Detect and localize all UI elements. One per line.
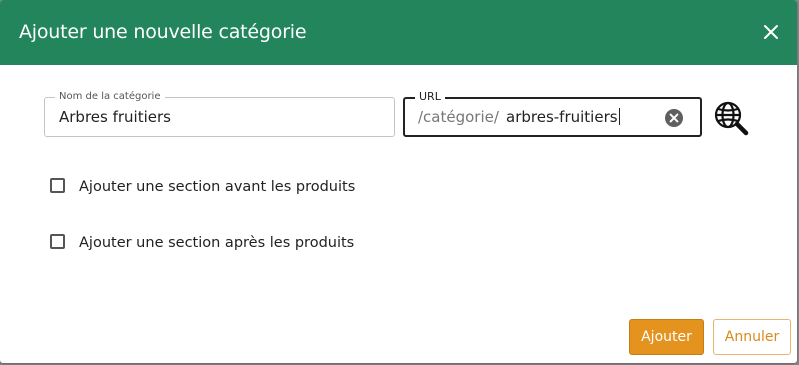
checkbox[interactable] <box>50 178 65 193</box>
checkbox[interactable] <box>50 234 65 249</box>
category-name-label: Nom de la catégorie <box>55 91 165 103</box>
category-name-field[interactable]: Nom de la catégorie Arbres fruitiers <box>44 91 395 137</box>
add-category-dialog: Ajouter une nouvelle catégorie Nom de la… <box>0 0 797 363</box>
url-input[interactable]: arbres-fruitiers <box>506 108 620 126</box>
checkbox-label: Ajouter une section avant les produits <box>79 179 356 195</box>
close-icon[interactable] <box>759 20 783 44</box>
cancel-button[interactable]: Annuler <box>713 319 791 355</box>
dialog-title: Ajouter une nouvelle catégorie <box>19 21 307 43</box>
clear-circle-icon[interactable] <box>664 108 684 128</box>
globe-search-icon[interactable] <box>713 100 749 136</box>
checkbox-label: Ajouter une section après les produits <box>79 235 355 251</box>
url-value: arbres-fruitiers <box>506 108 618 126</box>
dialog-header: Ajouter une nouvelle catégorie <box>0 0 797 65</box>
add-button[interactable]: Ajouter <box>629 319 704 355</box>
category-name-input[interactable]: Arbres fruitiers <box>59 108 171 126</box>
url-field[interactable]: URL /catégorie/ arbres-fruitiers <box>403 91 702 137</box>
url-prefix: /catégorie/ <box>418 108 499 126</box>
text-caret <box>618 108 620 125</box>
url-label: URL <box>415 91 445 103</box>
